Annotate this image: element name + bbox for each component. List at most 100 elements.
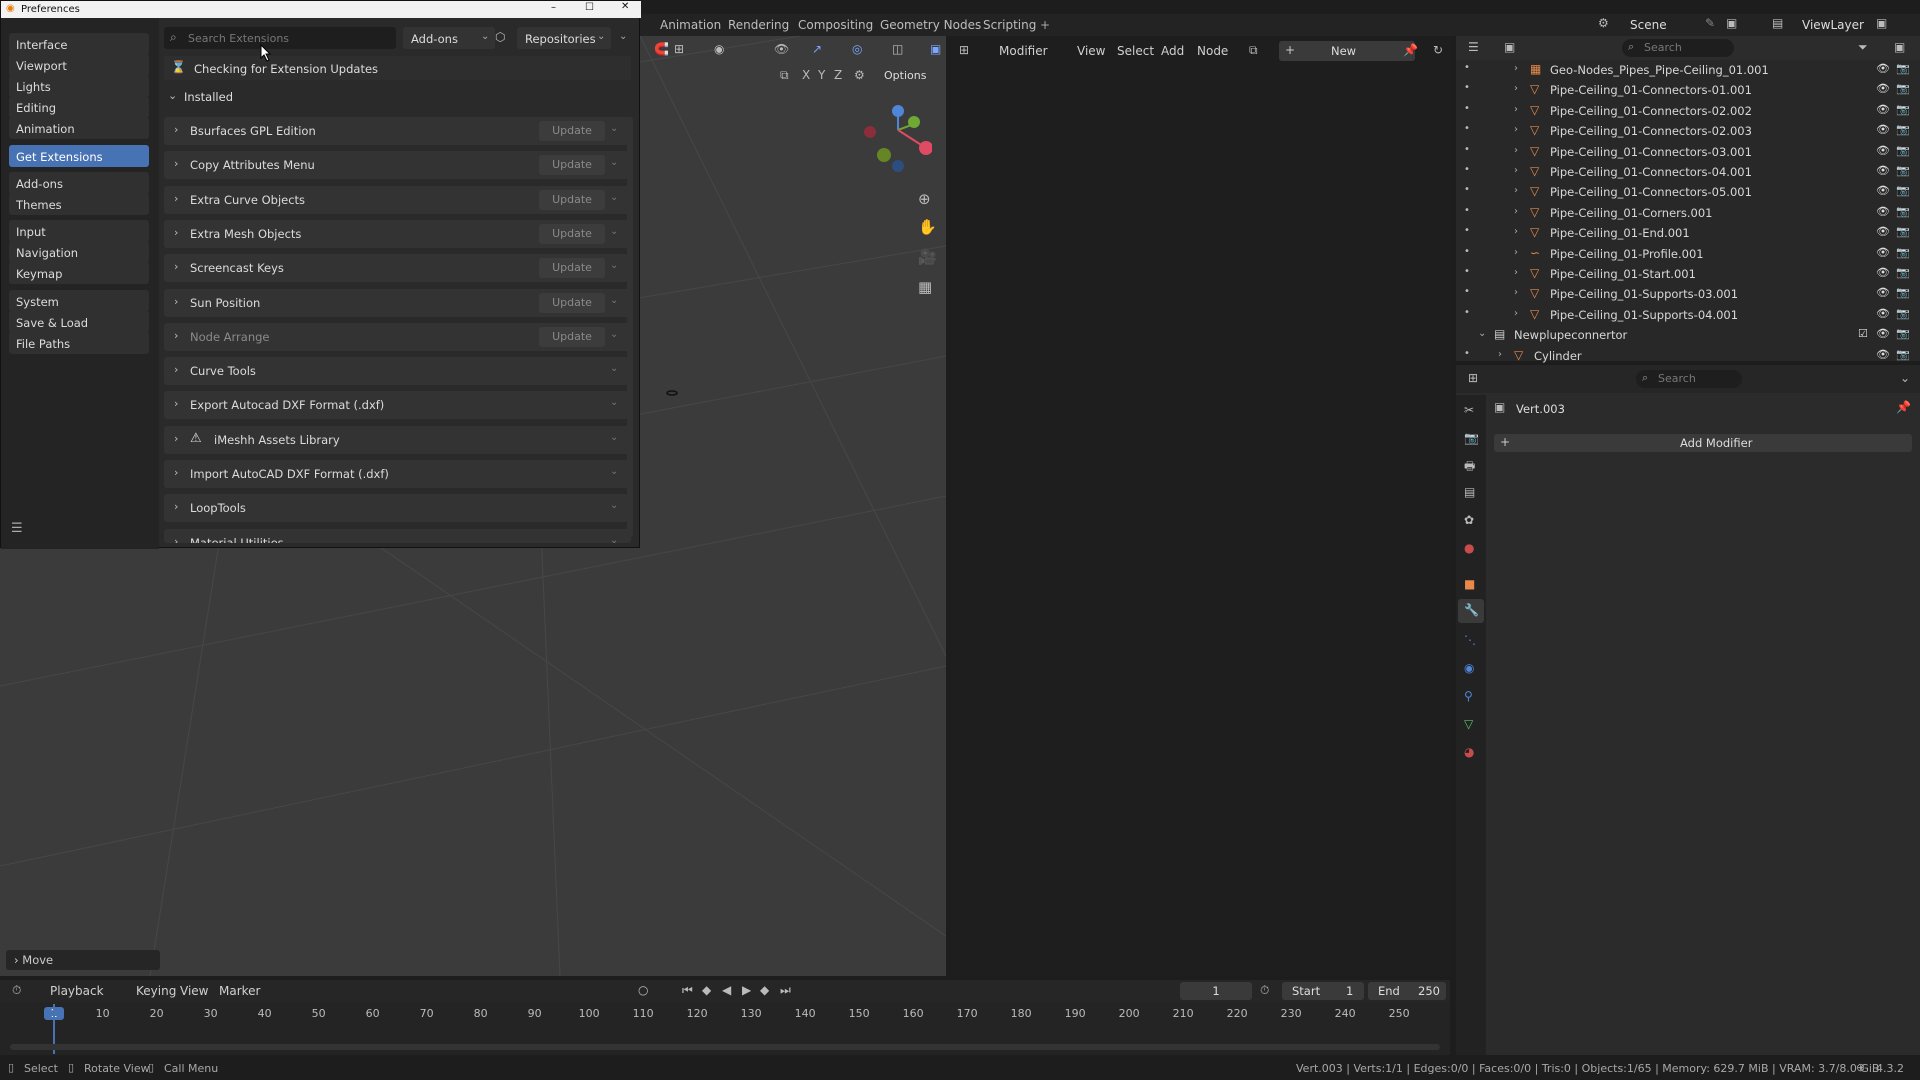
menu-node[interactable]: Node — [1197, 44, 1228, 58]
extension-row[interactable]: › Extra Mesh Objects Update ⌄ — [164, 219, 631, 248]
editor-type-icon[interactable]: ⊞ — [1468, 371, 1478, 385]
view-layer-selector[interactable]: ViewLayer — [1802, 18, 1864, 32]
modifier-tab-icon[interactable]: 🔧 — [1464, 603, 1479, 617]
close-button[interactable]: ✕ — [621, 1, 629, 12]
current-frame-field[interactable]: 1 — [1180, 982, 1252, 1000]
visibility-dot-icon[interactable]: • — [1464, 205, 1470, 216]
timeline-scrollbar[interactable] — [10, 1044, 1440, 1050]
particles-tab-icon[interactable]: ⋱ — [1464, 633, 1476, 647]
visibility-dot-icon[interactable]: • — [1464, 164, 1470, 175]
chevron-right-icon[interactable]: › — [1514, 287, 1518, 298]
chevron-down-icon[interactable]: ⌄ — [610, 535, 618, 543]
eye-icon[interactable]: 👁 — [1876, 246, 1890, 259]
mirror-icon[interactable]: ⧉ — [780, 68, 789, 83]
outliner-search-input[interactable]: ⌕ Search — [1622, 39, 1734, 57]
update-button[interactable]: Update — [539, 223, 605, 244]
outliner-row[interactable]: • › ▽ Pipe-Ceiling_01-Connectors-03.001 👁 📷 — [1456, 142, 1920, 162]
tag-icon[interactable]: ⬡ — [495, 30, 505, 44]
visibility-dot-icon[interactable]: • — [1464, 225, 1470, 236]
extension-row[interactable]: › Material Utilities ⌄ — [164, 528, 631, 543]
preferences-scrollbar[interactable] — [627, 117, 633, 537]
record-icon[interactable]: ○ — [638, 983, 648, 997]
camera-icon[interactable]: 📷 — [1896, 184, 1910, 197]
workspace-tab-geometry-nodes[interactable]: Geometry Nodes — [880, 18, 981, 32]
chevron-right-icon[interactable]: › — [174, 295, 178, 308]
chevron-down-icon[interactable]: ⌄ — [610, 192, 618, 203]
shading-solid-icon[interactable]: ▣ — [930, 42, 941, 56]
prefs-nav-viewport[interactable]: Viewport — [9, 54, 149, 76]
new-view-layer-icon[interactable]: ▣ — [1876, 16, 1887, 30]
chevron-right-icon[interactable]: › — [1498, 349, 1502, 360]
pin-icon[interactable]: ✎ — [1705, 16, 1715, 30]
chevron-down-icon[interactable]: ⌄ — [619, 31, 627, 42]
chevron-down-icon[interactable]: ⌄ — [610, 295, 618, 306]
chevron-down-icon[interactable]: ⌄ — [610, 397, 618, 408]
visibility-dot-icon[interactable]: • — [1464, 286, 1470, 297]
extension-row[interactable]: › Curve Tools ⌄ — [164, 357, 631, 386]
chevron-right-icon[interactable]: › — [1514, 145, 1518, 156]
chevron-right-icon[interactable]: › — [1514, 185, 1518, 196]
scene-selector[interactable]: Scene — [1630, 18, 1667, 32]
chevron-right-icon[interactable]: › — [174, 123, 178, 136]
outliner-display-icon[interactable]: ☰ — [1468, 40, 1479, 54]
chevron-right-icon[interactable]: › — [174, 432, 178, 445]
new-node-tree-button[interactable]: + New — [1279, 41, 1415, 61]
outliner-row[interactable]: • › ▦ Geo-Nodes_Pipes_Pipe-Ceiling_01.001 👁 📷 — [1456, 60, 1920, 80]
visibility-dot-icon[interactable]: • — [1464, 348, 1470, 359]
camera-icon[interactable]: 📷 — [1896, 103, 1910, 116]
menu-view[interactable]: View — [1077, 44, 1105, 58]
chevron-down-icon[interactable]: ⌄ — [610, 466, 618, 477]
chevron-right-icon[interactable]: › — [174, 466, 178, 479]
workspace-tab-scripting[interactable]: Scripting — [983, 18, 1036, 32]
camera-icon[interactable]: 📷 — [1896, 205, 1910, 218]
menu-keying[interactable]: Keying — [136, 984, 176, 998]
prefs-nav-editing[interactable]: Editing — [9, 96, 149, 118]
visibility-dot-icon[interactable]: • — [1464, 103, 1470, 114]
visibility-dot-icon[interactable]: • — [1464, 184, 1470, 195]
menu-view[interactable]: View — [180, 984, 208, 998]
eye-icon[interactable]: 👁 — [1876, 144, 1890, 157]
mirror-y-button[interactable]: Y — [818, 68, 825, 82]
timeline-ruler[interactable]: 1102030405060708090100110120130140150160… — [0, 1004, 1450, 1024]
camera-icon[interactable]: 📷 — [1896, 327, 1910, 340]
eye-icon[interactable]: 👁 — [1876, 348, 1890, 361]
chevron-down-icon[interactable]: ⌄ — [1478, 328, 1486, 339]
prefs-nav-get-extensions[interactable]: Get Extensions — [9, 145, 149, 167]
prefs-nav-lights[interactable]: Lights — [9, 75, 149, 97]
camera-icon[interactable]: 📷 — [1896, 164, 1910, 177]
chevron-right-icon[interactable]: › — [174, 500, 178, 513]
visibility-icon[interactable]: 👁 — [774, 42, 789, 56]
prefs-nav-interface[interactable]: Interface — [9, 33, 149, 55]
snap-icon[interactable]: 🧲 — [654, 42, 669, 56]
chevron-right-icon[interactable]: › — [174, 157, 178, 170]
prefs-nav-keymap[interactable]: Keymap — [9, 262, 149, 284]
mirror-x-button[interactable]: X — [802, 68, 810, 82]
chevron-down-icon[interactable]: ⌄ — [610, 157, 618, 168]
end-frame-field[interactable]: End 250 — [1368, 982, 1446, 1000]
chevron-right-icon[interactable]: › — [1514, 165, 1518, 176]
xray-icon[interactable]: ◫ — [892, 42, 903, 56]
eye-icon[interactable]: 👁 — [1876, 62, 1890, 75]
chevron-down-icon[interactable]: ⌄ — [610, 226, 618, 237]
chevron-right-icon[interactable]: › — [1514, 308, 1518, 319]
update-button[interactable]: Update — [539, 292, 605, 313]
extension-row[interactable]: › Extra Curve Objects Update ⌄ — [164, 185, 631, 214]
camera-icon[interactable]: 📷 — [1896, 144, 1910, 157]
eye-icon[interactable]: 👁 — [1876, 123, 1890, 136]
maximize-button[interactable]: ☐ — [585, 2, 594, 13]
pan-hand-icon[interactable]: ✋ — [918, 218, 937, 236]
filter-type-dropdown[interactable]: Add-ons ⌄ — [403, 27, 495, 49]
visibility-dot-icon[interactable]: • — [1464, 307, 1470, 318]
options-dropdown[interactable]: Options — [884, 69, 926, 82]
outliner-row[interactable]: • › ▽ Pipe-Ceiling_01-Connectors-04.001 👁 📷 — [1456, 162, 1920, 182]
camera-view-icon[interactable]: 🎥 — [918, 248, 937, 266]
outliner-row[interactable]: • › ▽ Pipe-Ceiling_01-Connectors-05.001 👁 📷 — [1456, 182, 1920, 202]
eye-icon[interactable]: 👁 — [1876, 225, 1890, 238]
options-icon[interactable]: ⚙ — [854, 68, 865, 82]
extensions-search-input[interactable]: ⌕ Search Extensions — [164, 27, 396, 49]
prefs-nav-file-paths[interactable]: File Paths — [9, 332, 149, 354]
update-button[interactable]: Update — [539, 155, 605, 176]
chevron-right-icon[interactable]: › — [1514, 83, 1518, 94]
chevron-right-icon[interactable]: › — [174, 363, 178, 376]
hamburger-menu-icon[interactable]: ☰ — [11, 521, 23, 536]
